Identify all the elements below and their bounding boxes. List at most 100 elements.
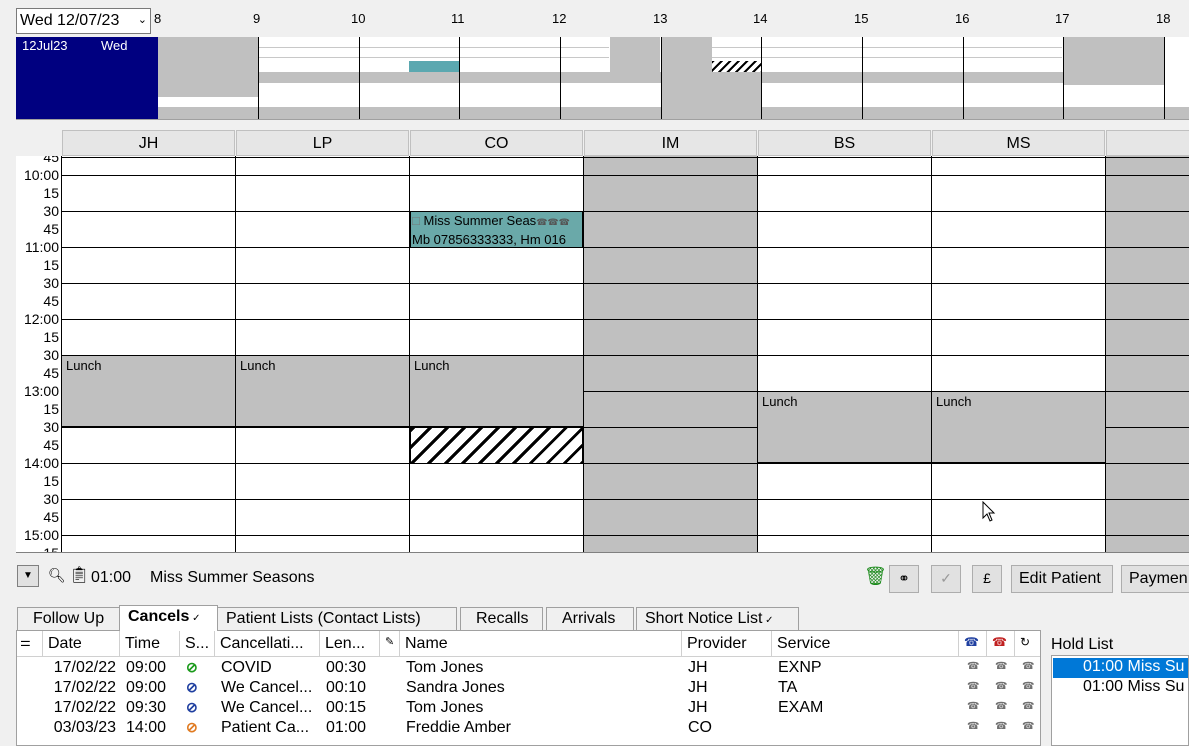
action-bar: ▼ 🔍︎ 📋︎ 01:00 Miss Summer Seasons 🗑︎ ⚭ ✓… xyxy=(16,561,1189,597)
phone-status-icon[interactable]: ☎ xyxy=(995,701,1007,712)
table-row[interactable]: 17/02/22 09:30 ⊘ We Cancel... 00:15 Tom Jones… xyxy=(17,698,1040,718)
lunch-block-jh[interactable]: Lunch xyxy=(62,355,235,427)
provider-header-bs[interactable]: BS xyxy=(758,130,931,156)
phone-status-icon[interactable]: ☎ xyxy=(967,661,979,672)
provider-header-ms[interactable]: MS xyxy=(932,130,1105,156)
cell-time: 09:30 xyxy=(126,699,167,716)
cell-date: 17/02/22 xyxy=(53,659,116,676)
overview-hour-line xyxy=(661,37,662,119)
pound-icon[interactable]: £ xyxy=(972,565,1002,593)
lunch-block-lp[interactable]: Lunch xyxy=(236,355,409,427)
provider-header-lp[interactable]: LP xyxy=(236,130,409,156)
lunch-block-ms[interactable]: Lunch xyxy=(932,391,1105,463)
hold-list[interactable]: 01:00 Miss Su 01:00 Miss Su xyxy=(1051,655,1189,746)
table-row[interactable]: 17/02/22 09:00 ⊘ COVID 00:30 Tom Jones JH EXNP ☎… xyxy=(17,658,1040,678)
cell-length: 00:30 xyxy=(326,659,367,676)
overview-divider xyxy=(712,57,1062,58)
time-label: 15 xyxy=(43,401,59,417)
hour-label: 18 xyxy=(1156,11,1171,26)
table-row[interactable]: 03/03/23 14:00 ⊘ Patient Ca... 01:00 Freddie … xyxy=(17,718,1040,738)
provider-header-jh[interactable]: JH xyxy=(62,130,235,156)
lunch-block-bs[interactable]: Lunch xyxy=(758,391,931,463)
tab-cancels-label: Cancels xyxy=(128,608,190,625)
trash-icon[interactable]: 🗑︎ xyxy=(864,566,887,587)
column-header-provider[interactable]: Provider xyxy=(682,631,772,657)
overview-blocked xyxy=(662,37,712,119)
tab-arrivals[interactable]: Arrivals xyxy=(546,607,634,630)
table-row[interactable]: 17/02/22 09:00 ⊘ We Cancel... 00:10 Sandra Jo… xyxy=(17,678,1040,698)
column-divider xyxy=(409,156,410,552)
clipboard-icon[interactable]: 📋︎ xyxy=(69,565,89,585)
phone-status-icon[interactable]: ☎ xyxy=(1022,681,1034,692)
column-header-length[interactable]: Len... xyxy=(320,631,380,657)
overview-blocked xyxy=(712,73,762,119)
phone-status-icon[interactable]: ☎ xyxy=(995,721,1007,732)
chevron-down-icon[interactable]: ⌄ xyxy=(138,13,147,26)
note-icon[interactable]: ✎ xyxy=(380,631,400,657)
phone-status-icon[interactable]: ☎ xyxy=(995,661,1007,672)
date-select[interactable]: Wed 12/07/23 ⌄ xyxy=(16,8,151,34)
cancels-table[interactable]: ⚌ Date Time S... Cancellati... Len... ✎ … xyxy=(16,630,1041,746)
provider-header-extra[interactable] xyxy=(1106,130,1189,156)
phone-status-icon[interactable]: ☎ xyxy=(1022,721,1034,732)
overview-day-panel[interactable]: 12Jul23 Wed xyxy=(16,37,158,119)
phone-blue-icon[interactable]: ☎ xyxy=(959,631,987,657)
time-label: 30 xyxy=(43,203,59,219)
group-icon[interactable]: ⚌ xyxy=(17,631,43,657)
column-header-status[interactable]: S... xyxy=(180,631,215,657)
phone-status-icon[interactable]: ☎ xyxy=(1022,661,1034,672)
phone-status-icon[interactable]: ☎ xyxy=(967,701,979,712)
hour-label: 10 xyxy=(351,11,366,26)
payment-button[interactable]: Paymen xyxy=(1121,565,1189,593)
appointment-line1: □ Miss Summer Seas☎☎☎ xyxy=(412,212,582,231)
dropdown-arrow-icon[interactable]: ▼ xyxy=(17,565,39,587)
column-header-name[interactable]: Name xyxy=(400,631,682,657)
column-header-time[interactable]: Time xyxy=(120,631,180,657)
phone-status-icon[interactable]: ☎ xyxy=(967,721,979,732)
overview-hour-line xyxy=(359,37,360,119)
day-overview[interactable]: 12Jul23 Wed xyxy=(16,37,1189,120)
date-select-value: Wed 12/07/23 xyxy=(20,12,120,29)
tab-patient-lists[interactable]: Patient Lists (Contact Lists) xyxy=(217,607,457,630)
time-label: 45 xyxy=(43,509,59,525)
tab-follow-up[interactable]: Follow Up xyxy=(17,607,120,630)
overview-divider xyxy=(259,57,609,58)
provider-header-co[interactable]: CO xyxy=(410,130,583,156)
overview-appointment[interactable] xyxy=(409,61,459,72)
tab-cancels[interactable]: Cancels ✓ xyxy=(119,605,218,631)
tab-short-notice[interactable]: Short Notice List ✓ xyxy=(636,607,799,630)
provider-header-im[interactable]: IM xyxy=(584,130,757,156)
cell-date: 17/02/22 xyxy=(53,699,116,716)
search-icon[interactable]: 🔍︎ xyxy=(48,567,66,584)
phone-status-icon[interactable]: ☎ xyxy=(967,681,979,692)
time-label: 45 xyxy=(43,437,59,453)
cell-time: 09:00 xyxy=(126,679,167,696)
appointment-block[interactable]: □ Miss Summer Seas☎☎☎ Mb 07856333333, Hm… xyxy=(410,211,583,248)
schedule-grid[interactable]: □ Miss Summer Seas☎☎☎ Mb 07856333333, Hm… xyxy=(16,156,1189,553)
hold-list-item[interactable]: 01:00 Miss Su xyxy=(1053,678,1188,698)
column-header-date[interactable]: Date xyxy=(43,631,120,657)
column-divider xyxy=(235,156,236,552)
blocked-hatched-slot[interactable] xyxy=(410,427,583,464)
column-header-service[interactable]: Service xyxy=(772,631,959,657)
edit-patient-button[interactable]: Edit Patient xyxy=(1011,565,1113,593)
time-label: 45 xyxy=(43,293,59,309)
link-icon[interactable]: ⚭ xyxy=(889,565,919,593)
hold-list-item[interactable]: 01:00 Miss Su xyxy=(1053,658,1188,678)
column-divider xyxy=(1105,156,1106,552)
overview-hour-line xyxy=(459,37,460,119)
check-in-icon[interactable]: ✓ xyxy=(931,565,961,593)
phone-status-icon[interactable]: ☎ xyxy=(995,681,1007,692)
column-header-cancellation[interactable]: Cancellati... xyxy=(215,631,320,657)
cell-service: EXAM xyxy=(778,699,824,716)
phone-red-icon[interactable]: ☎ xyxy=(987,631,1015,657)
lunch-block-co[interactable]: Lunch xyxy=(410,355,583,427)
phone-icon: ☎☎☎ xyxy=(536,217,570,227)
phone-status-icon[interactable]: ☎ xyxy=(1022,701,1034,712)
appointment-patient: Miss Summer Seas xyxy=(423,213,537,228)
tab-recalls[interactable]: Recalls xyxy=(460,607,543,630)
hour-label: 16 xyxy=(955,11,970,26)
refresh-icon[interactable]: ↻ xyxy=(1015,631,1040,657)
time-label: 10:00 xyxy=(23,167,59,183)
grid-line xyxy=(61,499,1189,500)
